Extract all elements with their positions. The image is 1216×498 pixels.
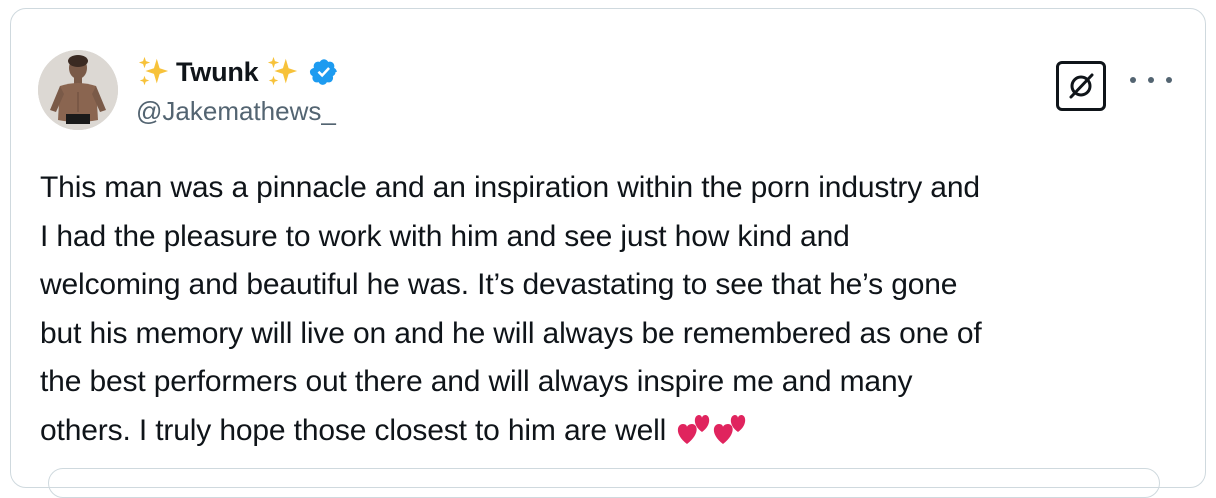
emoji-group [676, 412, 748, 462]
grok-icon [1069, 73, 1094, 99]
embedded-card-edge[interactable] [48, 468, 1160, 498]
author-display-name[interactable]: Twunk [176, 57, 259, 88]
more-options-button[interactable] [1130, 66, 1172, 94]
two-hearts-icon [714, 414, 746, 444]
sparkles-icon [138, 56, 169, 86]
tweet-text-line: welcoming and beautiful he was. It’s dev… [40, 268, 958, 301]
author-handle[interactable]: @Jakemathews_ [136, 96, 336, 127]
two-hearts-icon [678, 414, 710, 444]
tweet-text-line: the best performers out there and will a… [40, 365, 913, 398]
tweet-text-line: but his memory will live on and he will … [40, 316, 982, 350]
tweet-text-line: others. I truly hope those closest to hi… [40, 413, 667, 447]
tweet-text-line: This man was a pinnacle and an inspirati… [40, 171, 980, 204]
author-avatar[interactable] [38, 50, 118, 130]
avatar-image [38, 50, 118, 130]
tweet-text-line: I had the pleasure to work with him and … [40, 219, 850, 253]
grok-button[interactable] [1056, 61, 1106, 111]
sparkles-icon [267, 56, 297, 86]
tweet-text-line-last: others. I truly hope those closest to hi… [40, 407, 1170, 462]
author-name-row[interactable]: Twunk [136, 52, 339, 92]
tweet-text: This man was a pinnacle and an inspirati… [40, 164, 1170, 461]
verified-badge-icon[interactable] [309, 57, 339, 87]
more-horizontal-icon [1130, 77, 1136, 83]
